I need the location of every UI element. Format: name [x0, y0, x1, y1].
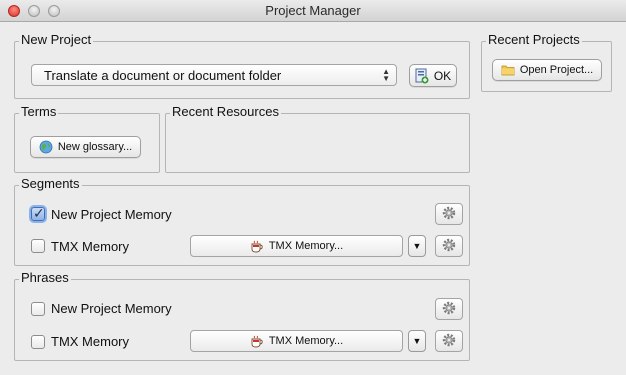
ok-label: OK [433, 68, 452, 83]
phrases-group: Phrases New Project Memory TMX Memory TM… [14, 270, 470, 361]
gear-icon [442, 301, 456, 318]
segments-new-memory-settings-button[interactable] [435, 203, 463, 225]
gear-icon [442, 206, 456, 223]
project-type-selected: Translate a document or document folder [44, 67, 282, 83]
segments-new-memory-checkbox[interactable]: ✓ [31, 205, 45, 221]
phrases-title: Phrases [19, 270, 71, 286]
segments-group: Segments ✓ New Project Memory TMX Memory [14, 176, 470, 266]
dropdown-arrow-icon: ▼ [412, 336, 422, 346]
phrases-new-memory-settings-button[interactable] [435, 298, 463, 320]
gear-icon [442, 333, 456, 350]
phrases-new-memory-checkbox[interactable] [31, 302, 45, 316]
phrases-tmx-dropdown-button[interactable]: ▼ [408, 330, 426, 352]
new-glossary-label: New glossary... [57, 141, 133, 153]
terms-title: Terms [19, 104, 59, 120]
segments-tmx-memory-button-label: TMX Memory... [268, 240, 344, 252]
window-title: Project Manager [265, 3, 361, 18]
recent-resources-group: Recent Resources [165, 104, 470, 173]
phrases-tmx-memory-label: TMX Memory [51, 334, 129, 349]
segments-tmx-memory-settings-button[interactable] [435, 235, 463, 257]
new-glossary-button[interactable]: New glossary... [30, 136, 141, 158]
project-manager-window: Project Manager New Project Translate a … [0, 0, 626, 375]
phrases-tmx-memory-button-label: TMX Memory... [268, 335, 344, 347]
folder-icon [501, 64, 515, 76]
segments-tmx-dropdown-button[interactable]: ▼ [408, 235, 426, 257]
ok-button[interactable]: OK [409, 64, 457, 87]
title-bar: Project Manager [0, 0, 626, 22]
terms-group: Terms New glossary... [14, 104, 160, 173]
segments-tmx-memory-label: TMX Memory [51, 239, 129, 254]
recent-projects-title: Recent Projects [486, 32, 582, 48]
segments-title: Segments [19, 176, 82, 192]
select-arrows-icon: ▲ ▼ [382, 67, 390, 83]
segments-tmx-memory-button[interactable]: TMX Memory... [190, 235, 403, 257]
phrases-tmx-memory-settings-button[interactable] [435, 330, 463, 352]
gear-icon [442, 238, 456, 255]
new-document-icon [415, 68, 429, 84]
recent-projects-group: Recent Projects Open Project... [481, 32, 612, 92]
dropdown-arrow-icon: ▼ [412, 241, 422, 251]
coffee-cup-icon [250, 240, 264, 253]
globe-icon [39, 140, 53, 154]
new-project-title: New Project [19, 32, 94, 48]
phrases-tmx-memory-checkbox[interactable] [31, 335, 45, 349]
new-project-group: New Project Translate a document or docu… [14, 32, 470, 99]
coffee-cup-icon [250, 335, 264, 348]
open-project-button[interactable]: Open Project... [492, 59, 602, 81]
recent-resources-title: Recent Resources [170, 104, 281, 120]
project-type-select[interactable]: Translate a document or document folder … [31, 64, 397, 86]
segments-new-memory-label: New Project Memory [51, 207, 172, 222]
phrases-tmx-memory-button[interactable]: TMX Memory... [190, 330, 403, 352]
phrases-new-memory-label: New Project Memory [51, 301, 172, 316]
checkmark-icon: ✓ [33, 205, 45, 221]
open-project-label: Open Project... [519, 64, 594, 76]
segments-tmx-memory-checkbox[interactable] [31, 239, 45, 253]
